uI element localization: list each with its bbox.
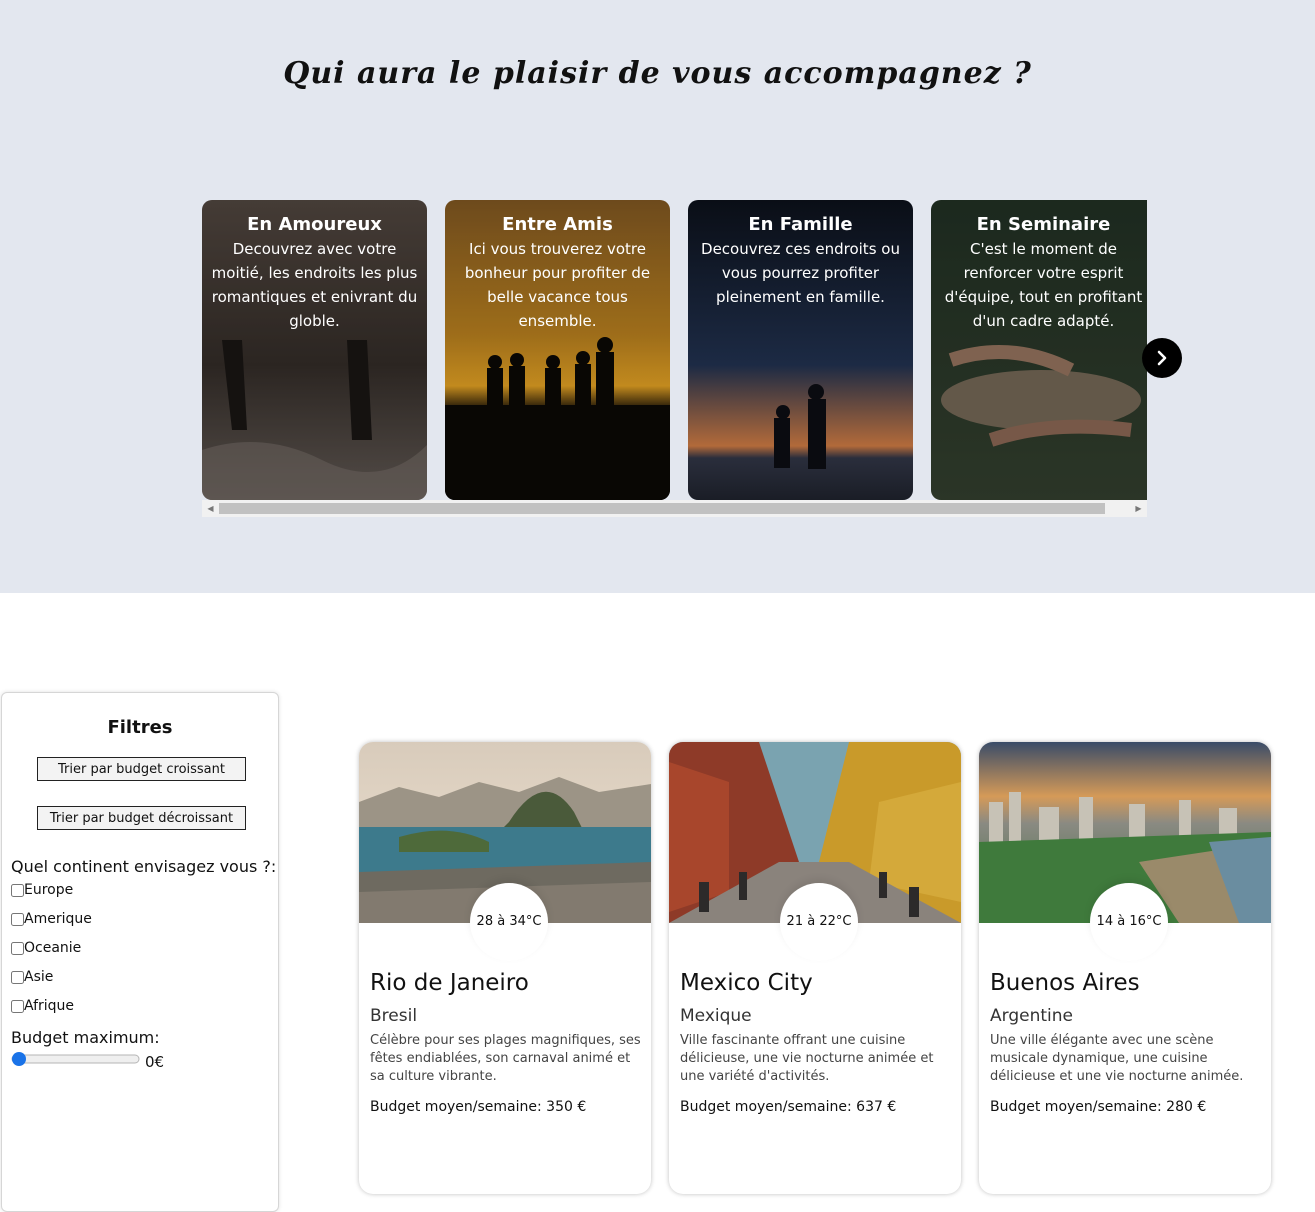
destination-description: Célèbre pour ses plages magnifiques, ses… <box>370 1033 641 1084</box>
hero-section: Qui aura le plaisir de vous accompagnez … <box>0 0 1315 593</box>
continent-label: Asie <box>24 969 54 985</box>
category-card-famille[interactable]: En Famille Decouvrez ces endroits ou vou… <box>688 200 913 500</box>
continent-option-afrique[interactable]: Afrique <box>11 997 74 1015</box>
carousel-scrollbar[interactable]: ◀ ▶ <box>202 500 1147 517</box>
sort-descending-button[interactable]: Trier par budget décroissant <box>37 806 246 830</box>
scrollbar-thumb[interactable] <box>219 503 1105 514</box>
country-name: Argentine <box>990 1006 1073 1026</box>
amerique-checkbox[interactable] <box>11 912 24 926</box>
country-name: Mexique <box>680 1006 752 1026</box>
destination-card-rio[interactable]: 28 à 34°C Rio de Janeiro Bresil Célèbre … <box>359 742 651 1194</box>
temperature-badge: 21 à 22°C <box>780 883 858 961</box>
destination-description: Ville fascinante offrant une cuisine dél… <box>680 1033 934 1084</box>
hero-title: Qui aura le plaisir de vous accompagnez … <box>283 56 1032 91</box>
category-text: Decouvrez avec votre moitié, les endroit… <box>211 240 418 330</box>
asie-checkbox[interactable] <box>11 970 24 984</box>
country-name: Bresil <box>370 1006 418 1026</box>
continent-option-oceanie[interactable]: Oceanie <box>11 939 81 957</box>
category-carousel: En Amoureux Decouvrez avec votre moitié,… <box>202 200 1147 500</box>
category-card-amis[interactable]: Entre Amis Ici vous trouverez votre bonh… <box>445 200 670 500</box>
category-text: Decouvrez ces endroits ou vous pourrez p… <box>701 240 900 306</box>
continent-option-asie[interactable]: Asie <box>11 968 53 986</box>
continent-option-amerique[interactable]: Amerique <box>11 910 92 928</box>
category-title: En Seminaire <box>976 214 1111 235</box>
category-text: Ici vous trouverez votre bonheur pour pr… <box>464 240 651 330</box>
oceanie-checkbox[interactable] <box>11 941 24 955</box>
continent-label: Europe <box>24 882 74 898</box>
chevron-right-icon <box>1157 350 1167 366</box>
weekly-budget: Budget moyen/semaine: 637 € <box>680 1099 897 1115</box>
temperature-badge: 28 à 34°C <box>470 883 548 961</box>
destination-card-mexico[interactable]: 21 à 22°C Mexico City Mexique Ville fasc… <box>669 742 961 1194</box>
budget-value: 0€ <box>145 1053 165 1071</box>
weekly-budget: Budget moyen/semaine: 350 € <box>370 1099 587 1115</box>
continent-question: Quel continent envisagez vous ?: <box>11 857 277 876</box>
europe-checkbox[interactable] <box>11 883 24 897</box>
scroll-left-arrow-icon[interactable]: ◀ <box>202 500 219 517</box>
budget-label: Budget maximum: <box>11 1028 160 1047</box>
filters-title: Filtres <box>107 717 173 738</box>
scroll-right-arrow-icon[interactable]: ▶ <box>1130 500 1147 517</box>
budget-slider[interactable] <box>11 1051 141 1067</box>
category-card-seminaire[interactable]: En Seminaire C'est le moment de renforce… <box>931 200 1147 500</box>
category-card-amoureux[interactable]: En Amoureux Decouvrez avec votre moitié,… <box>202 200 427 500</box>
filters-panel: Filtres Trier par budget croissant Trier… <box>1 692 279 1212</box>
city-name: Rio de Janeiro <box>370 970 529 996</box>
destination-description: Une ville élégante avec une scène musica… <box>990 1033 1244 1084</box>
city-name: Mexico City <box>680 970 813 996</box>
continent-option-europe[interactable]: Europe <box>11 881 73 899</box>
category-title: En Amoureux <box>247 214 382 235</box>
category-title: Entre Amis <box>502 214 613 235</box>
temperature-badge: 14 à 16°C <box>1090 883 1168 961</box>
budget-slider-thumb[interactable] <box>12 1052 26 1066</box>
destination-card-buenos-aires[interactable]: 14 à 16°C Buenos Aires Argentine Une vil… <box>979 742 1271 1194</box>
city-name: Buenos Aires <box>990 970 1140 996</box>
continent-label: Afrique <box>24 998 75 1014</box>
category-title: En Famille <box>748 214 853 235</box>
category-text: C'est le moment de renforcer votre espri… <box>944 240 1143 330</box>
continent-label: Oceanie <box>24 940 82 956</box>
continent-label: Amerique <box>24 911 92 927</box>
afrique-checkbox[interactable] <box>11 999 24 1013</box>
sort-ascending-button[interactable]: Trier par budget croissant <box>37 757 246 781</box>
carousel-next-button[interactable] <box>1142 338 1182 378</box>
weekly-budget: Budget moyen/semaine: 280 € <box>990 1099 1207 1115</box>
